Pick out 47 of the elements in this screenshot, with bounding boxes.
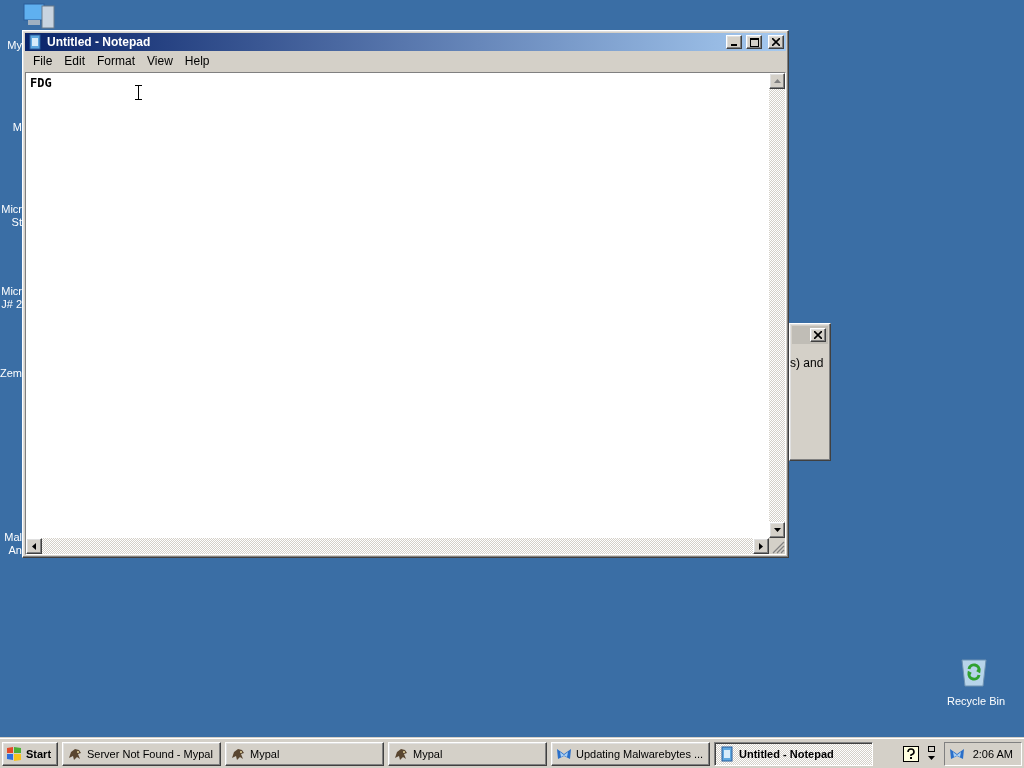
menu-item[interactable]: View xyxy=(141,54,179,68)
icon-label: Micr xyxy=(1,203,22,216)
notepad-icon xyxy=(27,34,43,50)
start-button[interactable]: Start xyxy=(2,741,58,766)
vertical-scrollbar[interactable] xyxy=(769,73,785,538)
taskbar-button[interactable]: Server Not Found - Mypal xyxy=(62,741,221,766)
menu-item[interactable]: Help xyxy=(178,54,216,68)
windows-logo-icon xyxy=(6,745,22,762)
window-title: Untitled - Notepad xyxy=(47,35,152,49)
maximize-icon xyxy=(749,37,759,47)
left-arrow-icon[interactable] xyxy=(32,542,36,550)
icon-label: J# 2 xyxy=(1,298,22,311)
down-arrow-icon[interactable] xyxy=(773,528,781,532)
close-icon xyxy=(814,331,822,339)
close-button[interactable] xyxy=(768,35,784,49)
computer-icon[interactable] xyxy=(22,2,56,30)
icon-label: Mal xyxy=(4,531,22,544)
taskbar-button[interactable]: Mypal xyxy=(388,741,547,766)
right-arrow-icon[interactable] xyxy=(759,542,763,550)
taskbar-button[interactable]: Updating Malwarebytes ... xyxy=(551,741,710,766)
icon-label: Zem xyxy=(0,367,22,380)
dialog-text: s) and xyxy=(790,356,825,370)
recycle-bin-icon[interactable] xyxy=(958,656,990,688)
menu-item[interactable]: File xyxy=(27,54,59,68)
help-icon[interactable] xyxy=(902,745,919,762)
minimize-button[interactable] xyxy=(726,35,742,49)
icon-label: M xyxy=(12,121,22,134)
menu-item[interactable]: Format xyxy=(91,54,142,68)
window-switch-icon[interactable] xyxy=(926,744,936,763)
icon-label: St xyxy=(11,216,22,229)
up-arrow-icon[interactable] xyxy=(773,79,781,83)
maximize-button[interactable] xyxy=(746,35,762,49)
taskbar-button[interactable]: Untitled - Notepad xyxy=(714,741,873,766)
close-button[interactable] xyxy=(810,328,826,342)
notepad-icon xyxy=(719,745,735,762)
taskbar-button[interactable]: Mypal xyxy=(225,741,384,766)
icon-label: My xyxy=(7,39,22,52)
horizontal-scrollbar[interactable] xyxy=(26,538,769,554)
typed-text: FDG xyxy=(30,76,52,90)
icon-label: An xyxy=(8,544,22,557)
icon-label: Micr xyxy=(1,285,22,298)
text-cursor-icon xyxy=(135,85,142,100)
close-icon xyxy=(772,38,780,46)
menu-item[interactable]: Edit xyxy=(58,54,92,68)
text-area[interactable]: FDG xyxy=(26,73,769,538)
clock: 2:06 AM xyxy=(972,747,1013,760)
icon-label: Recycle Bin xyxy=(947,695,1006,708)
